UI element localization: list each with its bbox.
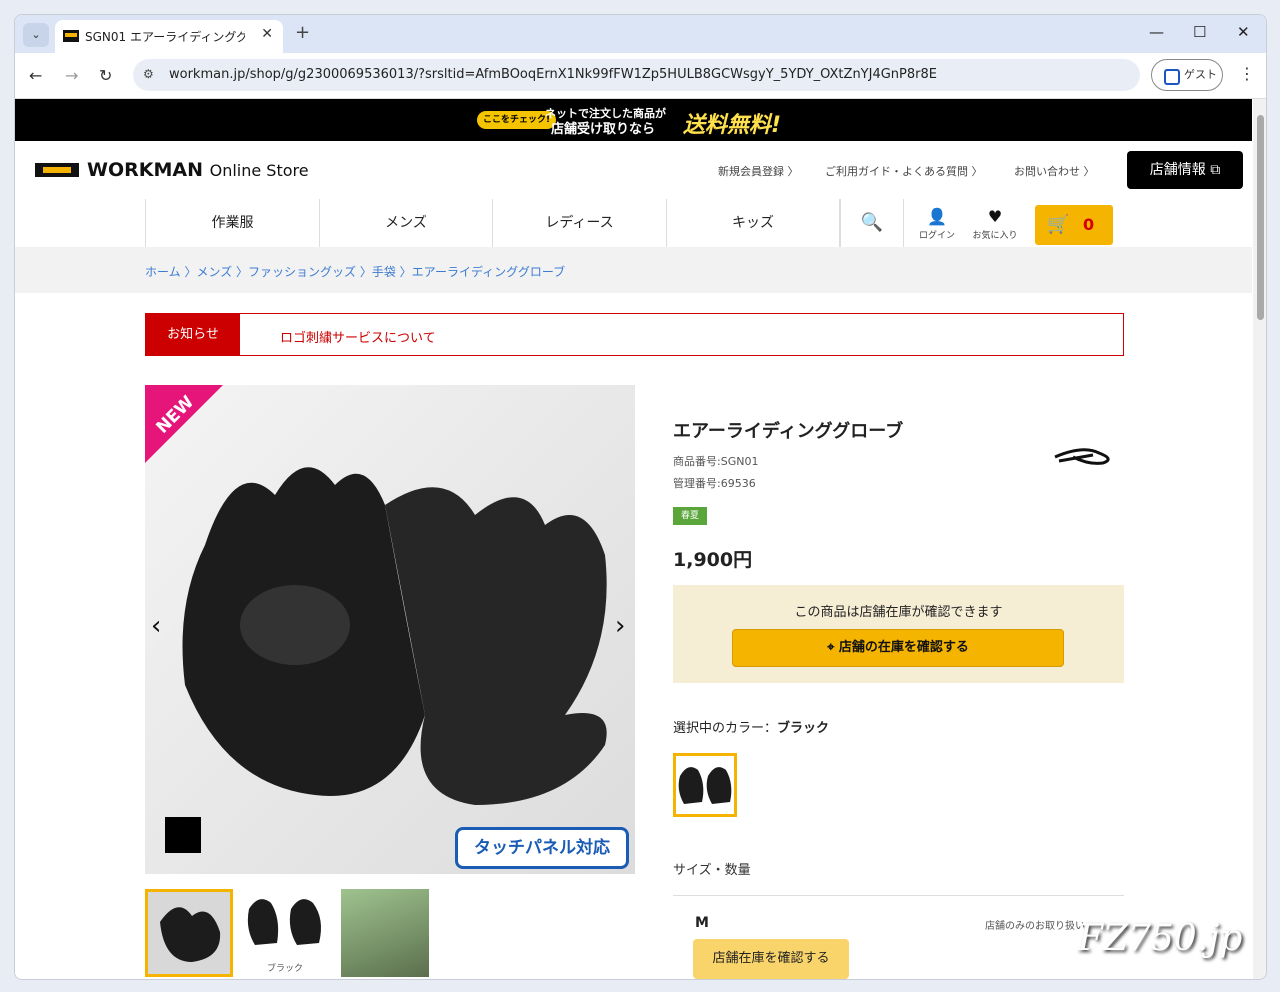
browser-tab[interactable]: SGN01 エアーライディンググローブ | ワ ✕ xyxy=(55,20,283,53)
new-tab-button[interactable]: + xyxy=(295,22,310,43)
back-button[interactable]: ← xyxy=(29,66,42,85)
header-link-guide[interactable]: ご利用ガイド・よくある質問 〉 xyxy=(825,163,983,179)
thumbnail-1[interactable] xyxy=(145,889,233,977)
check-store-stock-button[interactable]: ⌖ 店舗の在庫を確認する xyxy=(732,629,1064,667)
tab-title: SGN01 エアーライディンググローブ | ワ xyxy=(85,30,245,44)
browser-window: ⌄ SGN01 エアーライディンググローブ | ワ ✕ + — ☐ ✕ ← → … xyxy=(14,14,1267,980)
color-value: ブラック xyxy=(777,721,830,736)
brand-sub: Online Store xyxy=(209,161,309,180)
watermark: FZ750.jp xyxy=(1078,918,1243,959)
free-shipping-banner[interactable]: ここをチェック! ネットで注文した商品が 店舗受け取りなら 送料無料! xyxy=(15,99,1252,141)
color-gloves-icon xyxy=(678,767,732,804)
thumbnail-3[interactable] xyxy=(341,889,429,977)
thumb-gloves-icon xyxy=(160,907,221,962)
global-nav: 作業服 メンズ レディース キッズ 🔍 xyxy=(145,199,1109,247)
color-option-black[interactable] xyxy=(673,753,737,817)
maximize-button[interactable]: ☐ xyxy=(1193,23,1206,41)
url-field[interactable]: ⚙ workman.jp/shop/g/g2300069536013/?srsl… xyxy=(133,59,1140,91)
nav-item-workwear[interactable]: 作業服 xyxy=(145,199,319,247)
browser-menu-icon[interactable]: ⋮ xyxy=(1239,64,1255,83)
color-label: 選択中のカラー： xyxy=(673,721,778,736)
notice-message[interactable]: ロゴ刺繍サービスについて xyxy=(280,327,436,346)
forward-button[interactable]: → xyxy=(65,66,78,85)
search-icon[interactable]: 🔍 xyxy=(840,199,904,247)
header-link-register[interactable]: 新規会員登録 〉 xyxy=(718,163,799,179)
product-price: 1,900円 xyxy=(673,549,753,571)
address-bar-row: ← → ↻ ⚙ workman.jp/shop/g/g2300069536013… xyxy=(15,53,1266,99)
size-label: M xyxy=(695,915,709,931)
tab-bar: ⌄ SGN01 エアーライディンググローブ | ワ ✕ + — ☐ ✕ xyxy=(15,15,1266,53)
user-icon: 👤 xyxy=(927,207,947,226)
minimize-button[interactable]: — xyxy=(1149,23,1164,41)
store-info-button[interactable]: 店舗情報 ⧉ xyxy=(1127,151,1243,189)
workman-logo-icon[interactable] xyxy=(35,163,79,177)
store-only-note: 店舗のみのお取り扱い xyxy=(985,921,1085,932)
close-window-button[interactable]: ✕ xyxy=(1237,23,1250,41)
favorite-button[interactable]: ♥ お気に入り xyxy=(972,207,1018,241)
thumbnail-label: ブラック xyxy=(267,964,304,974)
touch-panel-badge: タッチパネル対応 xyxy=(455,827,629,869)
stock-check-box: この商品は店舗在庫が確認できます ⌖ 店舗の在庫を確認する xyxy=(673,585,1124,683)
url-text: workman.jp/shop/g/g2300069536013/?srslti… xyxy=(169,67,937,82)
location-pin-icon: ⌖ xyxy=(827,640,835,655)
breadcrumb-bar: ホーム 〉メンズ 〉ファッショングッズ 〉手袋 〉エアーライディンググローブ xyxy=(15,247,1252,293)
gloves-illustration xyxy=(182,467,607,805)
manage-number: 管理番号:69536 xyxy=(673,477,756,490)
header-link-contact[interactable]: お問い合わせ 〉 xyxy=(1014,163,1095,179)
login-button[interactable]: 👤 ログイン xyxy=(914,207,960,241)
prev-image-button[interactable]: ‹ xyxy=(151,611,161,641)
workman-favicon-icon xyxy=(63,30,79,42)
nav-item-mens[interactable]: メンズ xyxy=(319,199,492,247)
site-brand[interactable]: WORKMAN Online Store xyxy=(87,159,309,181)
brand-mark-icon xyxy=(1054,448,1110,465)
favorite-label: お気に入り xyxy=(972,231,1018,241)
season-badge: 春夏 xyxy=(673,507,708,525)
nav-item-kids[interactable]: キッズ xyxy=(666,199,840,247)
color-swatch xyxy=(165,817,201,853)
notice-bar[interactable]: お知らせ ロゴ刺繍サービスについて xyxy=(145,313,1124,356)
banner-line2: 店舗受け取りなら xyxy=(551,122,656,137)
login-label: ログイン xyxy=(918,231,955,241)
scrollbar-thumb[interactable] xyxy=(1257,115,1264,320)
tab-search-button[interactable]: ⌄ xyxy=(23,23,49,47)
cart-icon: 🛒 xyxy=(1047,214,1070,235)
brand-name: WORKMAN xyxy=(87,159,203,181)
product-title: エアーライディンググローブ xyxy=(673,421,904,442)
selected-color: 選択中のカラー：ブラック xyxy=(673,717,829,736)
web-page: ここをチェック! ネットで注文した商品が 店舗受け取りなら 送料無料! WORK… xyxy=(15,99,1252,979)
stock-button-label: 店舗の在庫を確認する xyxy=(838,640,969,655)
nav-item-ladies[interactable]: レディース xyxy=(492,199,666,247)
product-code: 商品番号:SGN01 xyxy=(673,455,759,468)
size-quantity-heading: サイズ・数量 xyxy=(673,863,751,878)
reload-button[interactable]: ↻ xyxy=(99,66,112,85)
banner-line3: 送料無料! xyxy=(683,113,782,138)
page-scrollbar[interactable] xyxy=(1253,99,1266,979)
breadcrumb[interactable]: ホーム 〉メンズ 〉ファッショングッズ 〉手袋 〉エアーライディンググローブ xyxy=(145,263,565,280)
divider xyxy=(673,895,1124,896)
site-info-icon[interactable]: ⚙ xyxy=(143,67,154,81)
next-image-button[interactable]: › xyxy=(615,611,625,641)
product-main-image[interactable]: NEW ‹ › タッチパネル対応 xyxy=(145,385,635,874)
profile-guest-button[interactable]: ゲスト xyxy=(1151,59,1223,91)
cart-count: 0 xyxy=(1083,215,1095,234)
thumb-pair-icon xyxy=(247,899,321,945)
notice-label: お知らせ xyxy=(146,314,240,355)
tab-close-icon[interactable]: ✕ xyxy=(261,26,273,42)
heart-icon: ♥ xyxy=(987,207,1003,226)
size-store-stock-button[interactable]: 店舗在庫を確認する xyxy=(693,939,849,979)
cart-button[interactable]: 🛒 0 xyxy=(1035,205,1113,245)
stock-message: この商品は店舗在庫が確認できます xyxy=(794,605,1003,620)
